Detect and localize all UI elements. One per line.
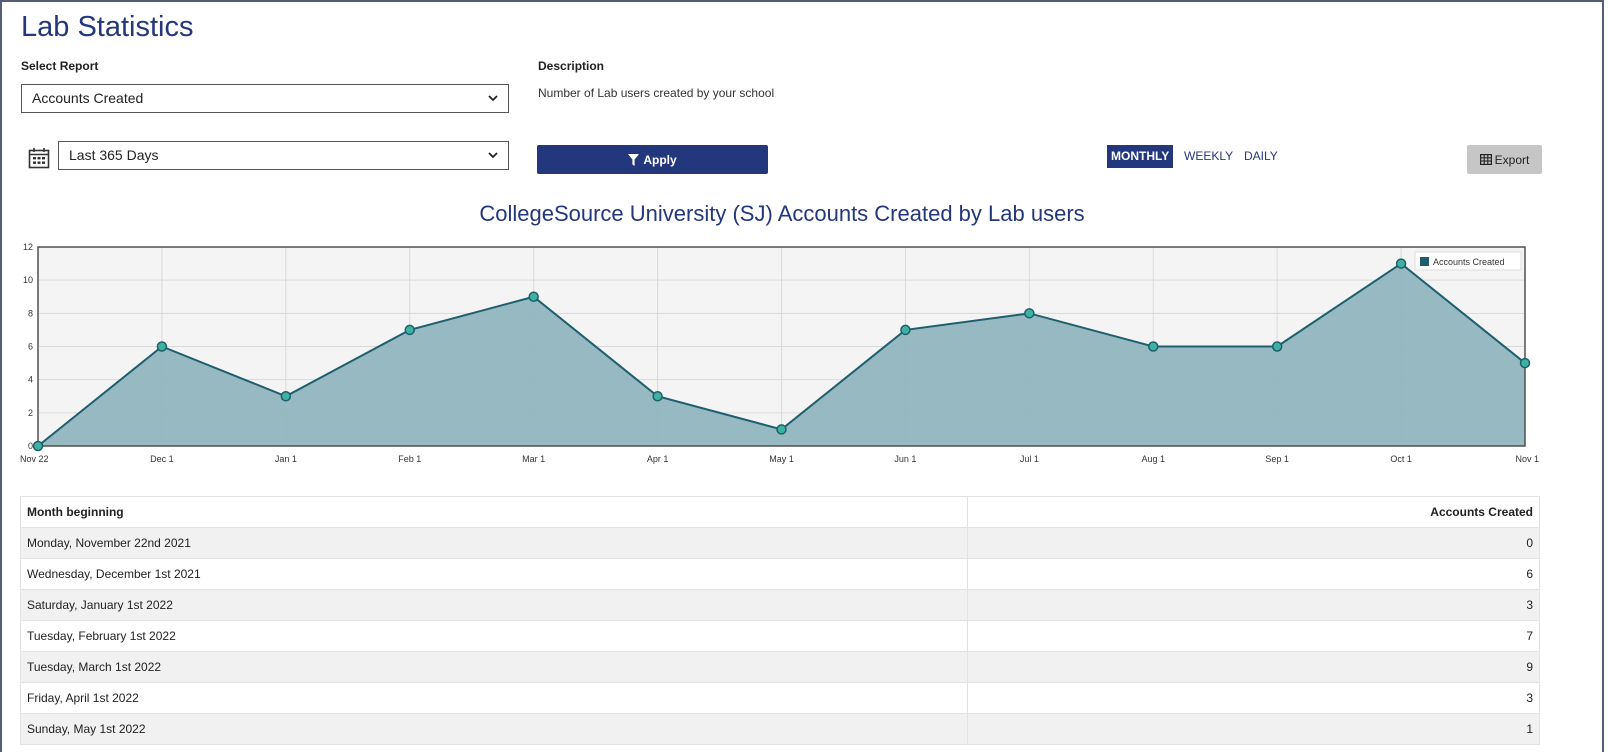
page-title: Lab Statistics xyxy=(21,11,194,43)
x-tick-label: Jan 1 xyxy=(275,454,297,464)
x-tick-label: Jul 1 xyxy=(1020,454,1039,464)
lab-statistics-panel: Lab Statistics Select Report Accounts Cr… xyxy=(0,0,1604,752)
month-cell: Monday, November 22nd 2021 xyxy=(20,527,968,559)
month-cell: Saturday, January 1st 2022 xyxy=(20,589,968,621)
month-column-header[interactable]: Month beginning xyxy=(20,496,968,528)
report-select[interactable]: Accounts Created xyxy=(21,84,509,113)
filter-icon xyxy=(628,153,640,166)
count-cell: 0 xyxy=(967,527,1540,559)
data-point xyxy=(1271,341,1283,352)
x-tick-label: Nov 22 xyxy=(20,454,49,464)
x-tick-label: Feb 1 xyxy=(398,454,421,464)
table-row: Tuesday, March 1st 2022 9 xyxy=(20,651,1540,683)
chevron-down-icon xyxy=(488,95,498,102)
table-icon xyxy=(1479,154,1492,165)
table-header-row: Month beginning Accounts Created xyxy=(20,496,1540,528)
x-tick-label: Dec 1 xyxy=(150,454,174,464)
count-cell: 3 xyxy=(967,589,1540,621)
count-cell: 6 xyxy=(967,558,1540,590)
tab-weekly[interactable]: WEEKLY xyxy=(1181,145,1236,168)
count-cell: 3 xyxy=(967,682,1540,714)
data-point xyxy=(32,440,44,452)
y-tick-label: 10 xyxy=(23,275,33,285)
x-tick-label: Nov 1 xyxy=(1515,454,1539,464)
y-tick-label: 12 xyxy=(23,242,33,252)
month-cell: Wednesday, December 1st 2021 xyxy=(20,558,968,590)
data-point xyxy=(1024,308,1035,319)
accounts-table: Month beginning Accounts Created Monday,… xyxy=(20,496,1540,745)
y-tick-label: 4 xyxy=(28,375,33,385)
apply-button[interactable]: Apply xyxy=(537,145,768,174)
data-point xyxy=(652,391,663,402)
y-tick-label: 6 xyxy=(28,342,33,352)
table-row: Sunday, May 1st 2022 1 xyxy=(20,713,1540,745)
table-row: Saturday, January 1st 2022 3 xyxy=(20,589,1540,621)
calendar-icon[interactable] xyxy=(28,147,50,169)
tab-monthly[interactable]: MONTHLY xyxy=(1107,145,1174,168)
legend-label: Accounts Created xyxy=(1433,257,1505,267)
date-range-select[interactable]: Last 365 Days xyxy=(58,141,509,170)
x-tick-label: Jun 1 xyxy=(894,454,916,464)
chevron-down-icon xyxy=(488,152,498,159)
table-row: Friday, April 1st 2022 3 xyxy=(20,682,1540,714)
data-point xyxy=(1148,341,1159,352)
export-label: Export xyxy=(1494,152,1530,167)
x-tick-label: May 1 xyxy=(769,454,794,464)
x-tick-label: Mar 1 xyxy=(522,454,545,464)
export-button[interactable]: Export xyxy=(1467,145,1542,174)
data-point xyxy=(900,324,911,336)
legend-swatch xyxy=(1420,257,1429,266)
description-text: Number of Lab users created by your scho… xyxy=(538,86,775,100)
apply-label: Apply xyxy=(643,152,677,167)
month-cell: Sunday, May 1st 2022 xyxy=(20,713,968,745)
month-cell: Tuesday, March 1st 2022 xyxy=(20,651,968,683)
table-row: Monday, November 22nd 2021 0 xyxy=(20,527,1540,559)
y-tick-label: 8 xyxy=(28,308,33,318)
data-point xyxy=(280,391,292,402)
x-tick-label: Oct 1 xyxy=(1390,454,1412,464)
y-tick-label: 2 xyxy=(28,408,33,418)
count-cell: 1 xyxy=(967,713,1540,745)
table-row: Wednesday, December 1st 2021 6 xyxy=(20,558,1540,590)
data-point xyxy=(404,324,415,336)
data-point xyxy=(1519,357,1531,369)
data-point xyxy=(156,341,168,352)
x-tick-label: Sep 1 xyxy=(1265,454,1289,464)
data-point xyxy=(528,291,539,302)
data-point xyxy=(1395,258,1407,269)
month-cell: Tuesday, February 1st 2022 xyxy=(20,620,968,652)
tab-daily[interactable]: DAILY xyxy=(1241,145,1281,168)
table-row: Tuesday, February 1st 2022 7 xyxy=(20,620,1540,652)
count-column-header[interactable]: Accounts Created xyxy=(967,496,1540,528)
select-report-label: Select Report xyxy=(21,59,99,73)
description-label: Description xyxy=(538,59,605,73)
date-range-value: Last 365 Days xyxy=(69,147,159,163)
count-cell: 9 xyxy=(967,651,1540,683)
chart-title: CollegeSource University (SJ) Accounts C… xyxy=(479,201,1085,226)
accounts-created-chart: 0 2 4 6 8 10 12 Nov 22 Dec 1 Jan 1 Feb 1 Mar 1 Apr 1… xyxy=(20,242,1539,464)
y-tick-label: 0 xyxy=(28,441,33,451)
report-select-value: Accounts Created xyxy=(32,90,144,106)
data-point xyxy=(776,424,787,435)
x-tick-label: Apr 1 xyxy=(647,454,669,464)
month-cell: Friday, April 1st 2022 xyxy=(20,682,968,714)
count-cell: 7 xyxy=(967,620,1540,652)
x-tick-label: Aug 1 xyxy=(1141,454,1165,464)
